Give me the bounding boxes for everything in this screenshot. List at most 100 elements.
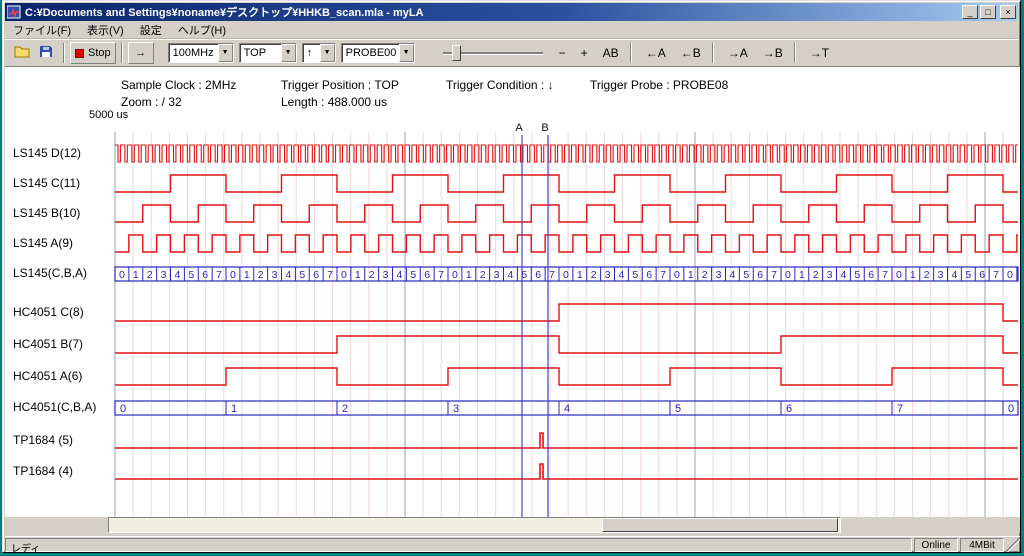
scrollbar-thumb[interactable] bbox=[602, 518, 838, 532]
svg-text:1: 1 bbox=[355, 269, 361, 281]
svg-text:7: 7 bbox=[216, 269, 222, 281]
svg-text:4: 4 bbox=[841, 269, 847, 281]
svg-text:1: 1 bbox=[466, 269, 472, 281]
svg-text:6: 6 bbox=[786, 403, 792, 415]
goto-trigger-button[interactable]: →T bbox=[804, 43, 835, 63]
svg-text:5: 5 bbox=[854, 269, 860, 281]
app-window: C:¥Documents and Settings¥noname¥デスクトップ¥… bbox=[2, 0, 1021, 553]
waveform-panel: Sample Clock : 2MHz Trigger Position : T… bbox=[5, 66, 1020, 517]
svg-text:6: 6 bbox=[868, 269, 874, 281]
svg-text:1: 1 bbox=[910, 269, 916, 281]
menu-help[interactable]: ヘルプ(H) bbox=[170, 20, 234, 40]
chevron-down-icon[interactable]: ▼ bbox=[399, 44, 414, 62]
zoom-in-button[interactable]: + bbox=[575, 43, 594, 63]
svg-text:2: 2 bbox=[342, 403, 348, 415]
chevron-down-icon[interactable]: ▼ bbox=[281, 44, 296, 62]
marker-b-right-button[interactable]: →B bbox=[757, 43, 789, 63]
resize-grip[interactable] bbox=[1006, 538, 1020, 552]
zoom-slider-thumb[interactable] bbox=[452, 45, 461, 61]
status-memory-badge: 4MBit bbox=[960, 538, 1004, 552]
svg-text:0: 0 bbox=[674, 269, 680, 281]
stop-button[interactable]: Stop bbox=[70, 42, 116, 64]
trigger-position-value: TOP bbox=[240, 44, 281, 62]
titlebar[interactable]: C:¥Documents and Settings¥noname¥デスクトップ¥… bbox=[5, 3, 1018, 21]
chevron-down-icon[interactable]: ▼ bbox=[320, 44, 335, 62]
svg-text:5: 5 bbox=[410, 269, 416, 281]
marker-a-left-button[interactable]: ←A bbox=[640, 43, 672, 63]
svg-text:3: 3 bbox=[938, 269, 944, 281]
svg-text:4: 4 bbox=[286, 269, 292, 281]
svg-text:6: 6 bbox=[535, 269, 541, 281]
svg-text:0: 0 bbox=[1008, 403, 1014, 415]
sample-rate-select[interactable]: 100MHz ▼ bbox=[168, 43, 234, 63]
open-folder-icon bbox=[14, 45, 30, 61]
toolbar-separator bbox=[63, 43, 65, 63]
run-button[interactable]: → bbox=[128, 42, 154, 64]
marker-a-right-button[interactable]: →A bbox=[722, 43, 754, 63]
save-button[interactable] bbox=[34, 42, 58, 64]
svg-text:3: 3 bbox=[161, 269, 167, 281]
toolbar-separator bbox=[630, 43, 632, 63]
svg-text:1: 1 bbox=[577, 269, 583, 281]
close-button[interactable]: × bbox=[1000, 5, 1016, 19]
svg-text:5: 5 bbox=[299, 269, 305, 281]
svg-text:2: 2 bbox=[480, 269, 486, 281]
svg-text:4: 4 bbox=[397, 269, 403, 281]
trigger-probe-select[interactable]: PROBE00 ▼ bbox=[341, 43, 415, 63]
marker-b-left-button[interactable]: ←B bbox=[675, 43, 707, 63]
svg-text:1: 1 bbox=[688, 269, 694, 281]
svg-text:1: 1 bbox=[799, 269, 805, 281]
status-online-badge: Online bbox=[914, 538, 958, 552]
run-arrow-icon: → bbox=[135, 47, 146, 59]
zoom-slider[interactable] bbox=[443, 43, 543, 63]
statusbar: レディ Online 4MBit bbox=[5, 536, 1020, 552]
svg-text:7: 7 bbox=[882, 269, 888, 281]
svg-text:0: 0 bbox=[785, 269, 791, 281]
svg-text:4: 4 bbox=[175, 269, 181, 281]
menu-file[interactable]: ファイル(F) bbox=[5, 20, 79, 40]
chevron-down-icon[interactable]: ▼ bbox=[218, 44, 233, 62]
toolbar: Stop → 100MHz ▼ TOP ▼ ↑ ▼ PROBE00 ▼ − + … bbox=[5, 39, 1018, 66]
svg-text:6: 6 bbox=[202, 269, 208, 281]
svg-text:0: 0 bbox=[120, 403, 126, 415]
menu-view[interactable]: 表示(V) bbox=[79, 20, 132, 40]
svg-text:4: 4 bbox=[952, 269, 958, 281]
svg-text:0: 0 bbox=[341, 269, 347, 281]
svg-text:B: B bbox=[541, 122, 548, 134]
svg-text:7: 7 bbox=[327, 269, 333, 281]
trigger-probe-value: PROBE00 bbox=[342, 44, 399, 62]
svg-text:5: 5 bbox=[965, 269, 971, 281]
svg-text:0: 0 bbox=[452, 269, 458, 281]
window-title: C:¥Documents and Settings¥noname¥デスクトップ¥… bbox=[25, 4, 960, 20]
scrollbar-row bbox=[5, 517, 1020, 533]
waveform-display[interactable]: 0123456701234567012345670123456701234567… bbox=[5, 67, 1020, 518]
save-floppy-icon bbox=[39, 45, 53, 61]
svg-text:2: 2 bbox=[924, 269, 930, 281]
horizontal-scrollbar[interactable] bbox=[108, 517, 841, 533]
svg-text:3: 3 bbox=[453, 403, 459, 415]
stop-label: Stop bbox=[88, 47, 111, 59]
maximize-button[interactable]: □ bbox=[980, 5, 996, 19]
open-button[interactable] bbox=[10, 42, 34, 64]
svg-text:0: 0 bbox=[230, 269, 236, 281]
svg-text:7: 7 bbox=[897, 403, 903, 415]
svg-text:4: 4 bbox=[730, 269, 736, 281]
minimize-button[interactable]: _ bbox=[962, 5, 978, 19]
svg-text:3: 3 bbox=[272, 269, 278, 281]
trigger-position-select[interactable]: TOP ▼ bbox=[239, 43, 297, 63]
svg-text:6: 6 bbox=[424, 269, 430, 281]
trigger-edge-value: ↑ bbox=[303, 44, 320, 62]
svg-text:4: 4 bbox=[619, 269, 625, 281]
svg-text:7: 7 bbox=[438, 269, 444, 281]
zoom-out-button[interactable]: − bbox=[553, 43, 572, 63]
svg-text:3: 3 bbox=[494, 269, 500, 281]
svg-text:4: 4 bbox=[564, 403, 570, 415]
toolbar-separator bbox=[712, 43, 714, 63]
svg-text:7: 7 bbox=[771, 269, 777, 281]
zoom-ab-button[interactable]: AB bbox=[597, 43, 625, 63]
menubar: ファイル(F) 表示(V) 設定 ヘルプ(H) bbox=[5, 21, 1018, 39]
trigger-edge-select[interactable]: ↑ ▼ bbox=[302, 43, 336, 63]
svg-text:3: 3 bbox=[383, 269, 389, 281]
svg-text:3: 3 bbox=[605, 269, 611, 281]
menu-settings[interactable]: 設定 bbox=[132, 20, 170, 40]
